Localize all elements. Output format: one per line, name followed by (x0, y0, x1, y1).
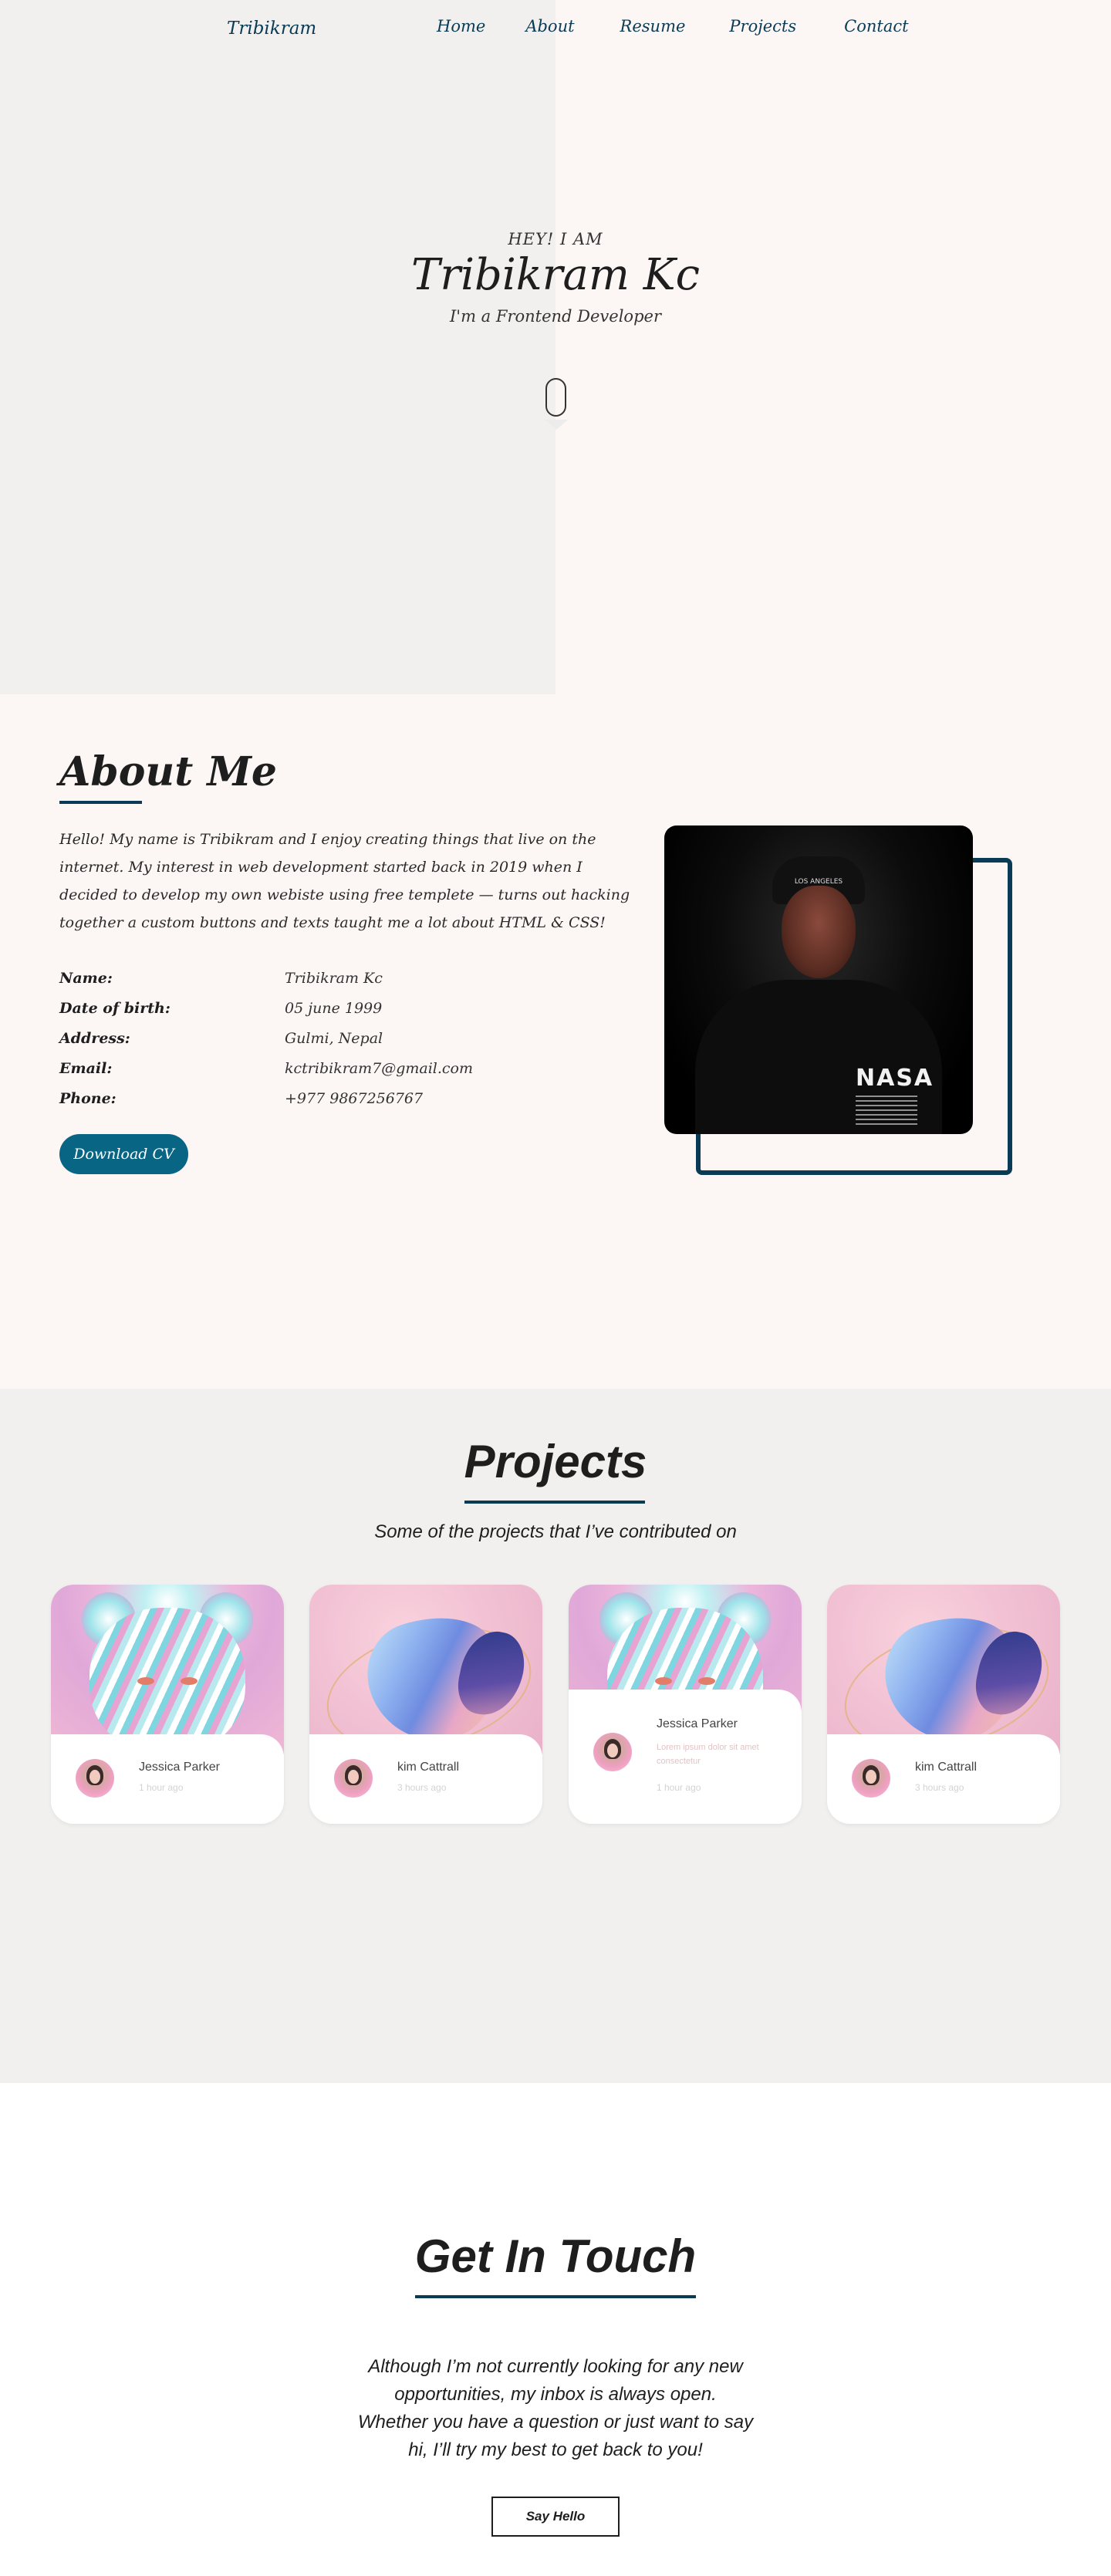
profile-photo: LOS ANGELES NASA (664, 825, 973, 1134)
site-logo[interactable]: Tribikram (227, 19, 316, 39)
nav-link-projects[interactable]: Projects (729, 17, 796, 35)
avatar (593, 1733, 632, 1771)
bear-eye (655, 1677, 672, 1685)
about-title: About Me (59, 748, 277, 795)
project-card[interactable]: Jessica Parker Lorem ipsum dolor sit ame… (569, 1585, 802, 1824)
nav-links: Home About Resume Projects Contact (437, 17, 909, 35)
card-info-panel: kim Cattrall 3 hours ago (827, 1734, 1060, 1824)
info-row-email: Email: kctribikram7@gmail.com (59, 1060, 473, 1090)
avatar-face (348, 1770, 359, 1784)
avatar (334, 1759, 373, 1798)
nav-link-about[interactable]: About (525, 17, 574, 35)
blob-art-image (827, 1585, 1060, 1754)
projects-subtitle: Some of the projects that I’ve contribut… (374, 1521, 737, 1542)
projects-section: Projects Some of the projects that I’ve … (0, 1389, 1111, 2083)
projects-title: Projects (464, 1436, 647, 1487)
info-label: Name: (59, 970, 113, 987)
photo-shirt-print (856, 1096, 917, 1128)
contact-line: hi, I’ll try my best to get back to you! (408, 2439, 703, 2460)
project-card[interactable]: kim Cattrall 3 hours ago (827, 1585, 1060, 1824)
card-info-panel: Jessica Parker 1 hour ago (51, 1734, 284, 1824)
card-author: kim Cattrall (397, 1761, 460, 1774)
info-value: Tribikram Kc (285, 970, 383, 987)
info-row-address: Address: Gulmi, Nepal (59, 1030, 473, 1060)
card-time: 3 hours ago (397, 1782, 447, 1793)
about-title-underline (59, 801, 142, 804)
info-value-phone[interactable]: +977 9867256767 (285, 1090, 423, 1120)
card-author: Jessica Parker (139, 1761, 220, 1774)
hero-section: Tribikram Home About Resume Projects Con… (0, 0, 1111, 694)
hero-left-panel (0, 0, 556, 694)
hero-role: I'm a Frontend Developer (450, 307, 661, 326)
personal-info-list: Name: Tribikram Kc Date of birth: 05 jun… (59, 970, 473, 1120)
contact-line: Although I’m not currently looking for a… (368, 2356, 743, 2377)
download-cv-button[interactable]: Download CV (59, 1134, 188, 1174)
contact-title: Get In Touch (414, 2230, 697, 2282)
avatar (852, 1759, 890, 1798)
hero-name: Tribikram Kc (411, 250, 700, 300)
about-section: About Me Hello! My name is Tribikram and… (0, 694, 1111, 1389)
info-value: 05 june 1999 (285, 1000, 383, 1017)
card-time: 3 hours ago (915, 1782, 964, 1793)
bear-eye (181, 1677, 198, 1685)
scroll-down-arrow-icon (545, 420, 568, 430)
card-time: 1 hour ago (657, 1782, 701, 1793)
scroll-mouse-icon[interactable] (545, 378, 566, 417)
nav-link-contact[interactable]: Contact (844, 17, 908, 35)
contact-section: Get In Touch Although I’m not currently … (0, 2083, 1111, 2576)
project-card[interactable]: Jessica Parker 1 hour ago (51, 1585, 284, 1824)
project-card[interactable]: kim Cattrall 3 hours ago (309, 1585, 542, 1824)
nav-link-home[interactable]: Home (437, 17, 485, 35)
nav-link-resume[interactable]: Resume (620, 17, 686, 35)
info-row-dob: Date of birth: 05 june 1999 (59, 1000, 473, 1030)
photo-shirt-logo: NASA (856, 1065, 934, 1092)
blob-art-image (309, 1585, 542, 1754)
bear-face (89, 1608, 245, 1754)
card-author: Jessica Parker (657, 1717, 738, 1730)
contact-line: Whether you have a question or just want… (357, 2412, 754, 2433)
top-nav: Tribikram Home About Resume Projects Con… (0, 0, 1111, 57)
avatar (76, 1759, 114, 1798)
contact-title-underline (415, 2295, 696, 2298)
say-hello-button[interactable]: Say Hello (491, 2497, 620, 2537)
bear-eye (698, 1677, 715, 1685)
contact-message: Although I’m not currently looking for a… (0, 2353, 1111, 2464)
hero-text: HEY! I AM Tribikram Kc I'm a Frontend De… (0, 230, 1111, 326)
info-row-name: Name: Tribikram Kc (59, 970, 473, 1000)
avatar-face (607, 1744, 618, 1757)
card-description: Lorem ipsum dolor sit amet consectetur (657, 1743, 759, 1766)
photo-cap-text: LOS ANGELES (794, 878, 843, 886)
card-time: 1 hour ago (139, 1782, 184, 1793)
info-value-email[interactable]: kctribikram7@gmail.com (285, 1060, 473, 1090)
avatar-face (866, 1770, 876, 1784)
hero-greeting: HEY! I AM (508, 230, 603, 248)
photo-face (782, 886, 856, 978)
info-value: Gulmi, Nepal (285, 1030, 383, 1047)
about-bio: Hello! My name is Tribikram and I enjoy … (59, 831, 630, 931)
bear-eye (137, 1677, 154, 1685)
card-info-panel: Jessica Parker Lorem ipsum dolor sit ame… (569, 1690, 802, 1824)
card-author: kim Cattrall (915, 1761, 978, 1774)
bear-art-image (51, 1585, 284, 1754)
avatar-face (89, 1770, 100, 1784)
info-label: Phone: (59, 1090, 117, 1107)
info-row-phone: Phone: +977 9867256767 (59, 1090, 473, 1120)
card-info-panel: kim Cattrall 3 hours ago (309, 1734, 542, 1824)
info-label: Date of birth: (59, 1000, 171, 1017)
contact-line: opportunities, my inbox is always open. (394, 2384, 717, 2405)
info-label: Address: (59, 1030, 130, 1047)
projects-title-underline (464, 1501, 645, 1504)
info-label: Email: (59, 1060, 113, 1077)
